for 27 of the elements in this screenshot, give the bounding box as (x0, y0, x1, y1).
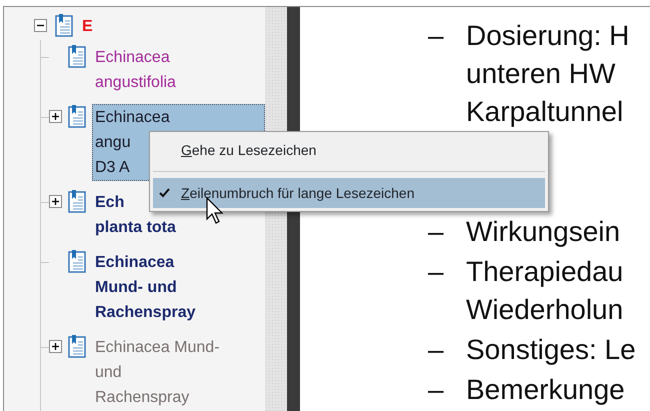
bookmark-label: Echinacea (95, 253, 174, 273)
bullet-dash: – (428, 19, 445, 53)
bullet-dash: – (428, 215, 445, 249)
bookmark-label: Echinacea (95, 108, 170, 128)
document-text-line: Bemerkunge (466, 373, 625, 407)
document-text-line: Wirkungsein (466, 215, 620, 249)
bookmark-label: Ech (95, 193, 124, 213)
bookmark-label: D3 A (95, 158, 130, 178)
document-text-line: Sonstiges: Le (466, 333, 636, 367)
bookmark-label: Echinacea (95, 48, 170, 68)
bookmark-label: angustifolia (95, 73, 176, 93)
document-text-line: unteren HW (466, 57, 616, 91)
bullet-dash: – (428, 255, 445, 289)
document-text-line: Therapiedau (466, 255, 624, 289)
document-text-line: Karpaltunnel (466, 95, 624, 129)
bookmark-label: und (95, 363, 122, 383)
bullet-dash: – (428, 373, 445, 407)
bookmark-label: planta tota (95, 218, 176, 238)
bullet-dash: – (428, 333, 445, 367)
document-text-line: Wiederholun (466, 293, 624, 327)
bookmark-label: Echinacea Mund- (95, 338, 220, 358)
bookmark-label: Rachenspray (95, 388, 190, 408)
document-text-line: Dosierung: H (466, 19, 630, 53)
bookmark-label: E (82, 17, 93, 37)
bookmark-label: angu (95, 133, 131, 153)
bookmark-label: Mund- und (95, 278, 177, 298)
bookmark-label: Rachenspray (95, 303, 196, 323)
